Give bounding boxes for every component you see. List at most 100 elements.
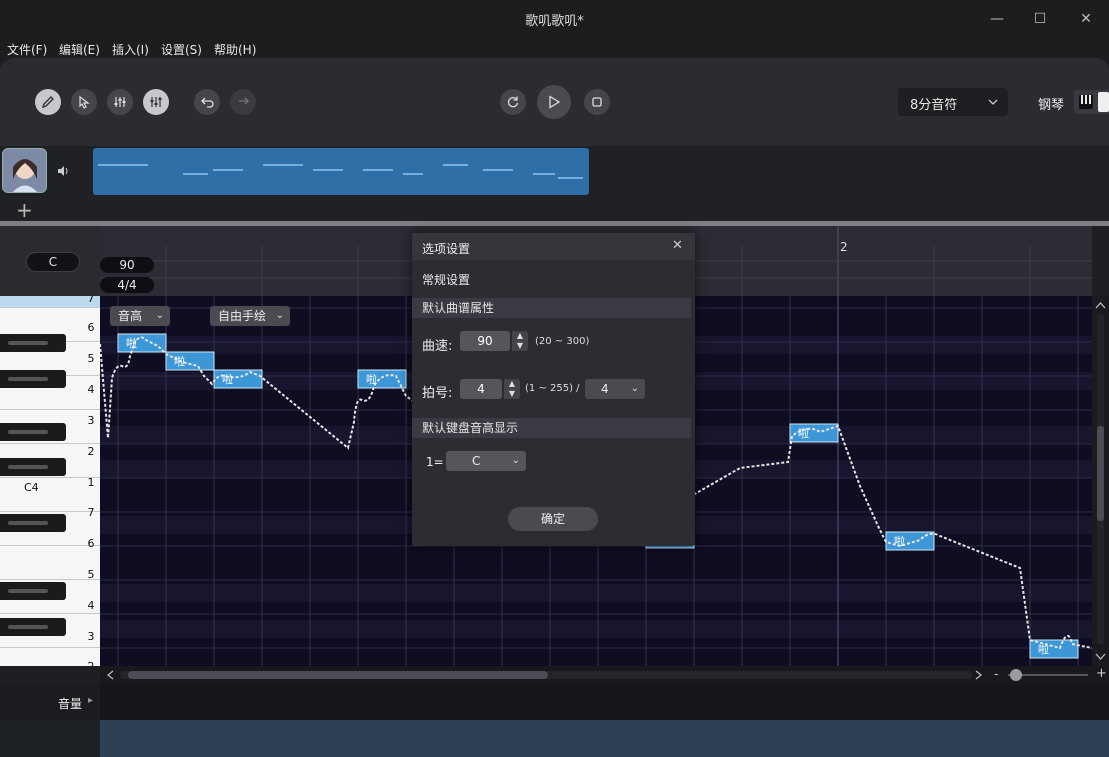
piano-keys-icon: [1079, 95, 1093, 109]
singer-portrait-icon: [3, 149, 46, 192]
select-tool-button[interactable]: [71, 89, 97, 115]
hscroll-graphic: [106, 670, 983, 680]
scale-degree: 1: [87, 476, 95, 489]
black-key[interactable]: [0, 582, 66, 600]
play-icon: [549, 95, 561, 109]
menu-help[interactable]: 帮助(H): [214, 41, 256, 58]
zoom-in-button[interactable]: +: [1096, 666, 1107, 681]
chevron-down-icon: ⌄: [511, 455, 520, 466]
parameter-lane[interactable]: [100, 720, 1109, 757]
scale-degree: 3: [87, 414, 95, 427]
zoom-slider[interactable]: - +: [988, 666, 1109, 684]
draw-mode-select[interactable]: 自由手绘 ⌄: [210, 306, 290, 326]
note-lyric[interactable]: 啦: [798, 425, 809, 441]
params-tool-button[interactable]: [143, 89, 169, 115]
vscroll-graphic: [1095, 302, 1106, 660]
window-title: 歌叽歌叽*: [525, 14, 584, 29]
menu-file[interactable]: 文件(F): [7, 41, 47, 58]
beat-stepper[interactable]: ▲ ▼: [504, 379, 520, 399]
tempo-input[interactable]: 90: [460, 331, 510, 351]
volume-label[interactable]: 音量: [58, 695, 82, 712]
key-prefix-label: 1=: [426, 455, 444, 469]
default-props-section: 默认曲谱属性: [412, 298, 691, 318]
undo-icon: [201, 97, 214, 108]
zoom-thumb[interactable]: [1010, 669, 1022, 681]
stop-button[interactable]: [584, 89, 610, 115]
menu-insert[interactable]: 插入(I): [112, 41, 149, 58]
instrument-label: 钢琴: [1038, 98, 1065, 113]
tempo-badge[interactable]: 90: [100, 257, 154, 273]
time-signature-badge[interactable]: 4/4: [100, 277, 154, 293]
add-track-button[interactable]: +: [16, 198, 33, 222]
cursor-icon: [79, 95, 90, 109]
pitch-tool-button[interactable]: [107, 89, 133, 115]
expand-arrow-icon[interactable]: ▸: [88, 695, 93, 706]
black-key[interactable]: [0, 514, 66, 532]
vertical-scrollbar[interactable]: [1092, 296, 1109, 666]
key-select[interactable]: C ⌄: [446, 451, 526, 471]
speaker-icon[interactable]: [56, 164, 70, 178]
chevron-down-icon: [988, 99, 998, 105]
black-key[interactable]: [0, 423, 66, 441]
beat-denominator-select[interactable]: 4 ⌄: [585, 379, 645, 399]
play-button[interactable]: [537, 85, 571, 119]
singer-avatar[interactable]: [2, 148, 47, 193]
equalizer-icon: [150, 97, 162, 107]
tempo-stepper[interactable]: ▲ ▼: [512, 331, 528, 351]
menu-edit[interactable]: 编辑(E): [59, 41, 100, 58]
ok-button[interactable]: 确定: [508, 507, 598, 531]
beat-denominator-value: 4: [601, 382, 609, 396]
param-mode-value: 音高: [118, 309, 143, 323]
keyboard-toggle[interactable]: [1074, 90, 1109, 114]
zoom-out-button[interactable]: -: [994, 667, 998, 681]
key-select-value: C: [472, 454, 481, 468]
note-lyric[interactable]: 啦: [222, 371, 233, 387]
note-lyric[interactable]: 啦: [894, 533, 905, 549]
measure-2-label: 2: [840, 240, 848, 254]
tempo-label: 曲速:: [422, 339, 453, 354]
piano-keyboard[interactable]: 7 6 5 4 3 2 1 7 6 5 4 3 2 C4: [0, 296, 100, 666]
volume-lane[interactable]: [100, 684, 1109, 720]
black-key[interactable]: [0, 334, 66, 352]
scale-degree: 4: [87, 383, 95, 396]
close-button[interactable]: ✕: [1074, 8, 1098, 30]
keyboard-display-section: 默认键盘音高显示: [412, 418, 691, 438]
scale-degree: 5: [87, 352, 95, 365]
black-key[interactable]: [0, 458, 66, 476]
loop-icon: [507, 96, 519, 108]
dialog-close-icon[interactable]: ✕: [672, 238, 683, 253]
note-lyric[interactable]: 啦: [1038, 641, 1049, 657]
note-lyric[interactable]: 啦: [366, 371, 377, 387]
loop-button[interactable]: [500, 89, 526, 115]
horizontal-scrollbar[interactable]: [100, 666, 988, 684]
redo-button[interactable]: [230, 89, 256, 115]
note-lyric[interactable]: 啦: [126, 335, 137, 351]
black-key[interactable]: [0, 370, 66, 388]
minimize-button[interactable]: —: [985, 8, 1009, 30]
pencil-tool-button[interactable]: [35, 89, 61, 115]
mixer-icon: [114, 97, 126, 107]
track-clip[interactable]: [93, 148, 589, 195]
general-settings-heading: 常规设置: [422, 273, 471, 287]
beat-range: (1 ~ 255) /: [525, 383, 580, 394]
chevron-down-icon: ⌄: [275, 310, 284, 321]
note-lyric[interactable]: 啦: [174, 353, 185, 369]
key-badge[interactable]: C: [26, 252, 80, 272]
maximize-button[interactable]: ☐: [1028, 8, 1052, 30]
param-mode-select[interactable]: 音高 ⌄: [110, 306, 170, 326]
stop-icon: [592, 97, 602, 107]
beat-label: 拍号:: [422, 386, 453, 401]
chevron-down-icon: ⌄: [630, 383, 639, 394]
draw-mode-value: 自由手绘: [218, 309, 267, 323]
scale-degree: 2: [87, 445, 95, 458]
menu-settings[interactable]: 设置(S): [161, 41, 202, 58]
scale-degree: 7: [87, 506, 95, 519]
undo-button[interactable]: [194, 89, 220, 115]
beat-input[interactable]: 4: [460, 379, 502, 399]
note-length-select[interactable]: 8分音符: [898, 88, 1008, 116]
scale-degree: 6: [87, 537, 95, 550]
options-dialog: 选项设置 ✕ 常规设置 默认曲谱属性 曲速: 90 ▲ ▼ (20 ~ 300) …: [412, 233, 695, 546]
add-track-row: [0, 198, 1109, 222]
dialog-title: 选项设置: [422, 242, 471, 256]
black-key[interactable]: [0, 618, 66, 636]
